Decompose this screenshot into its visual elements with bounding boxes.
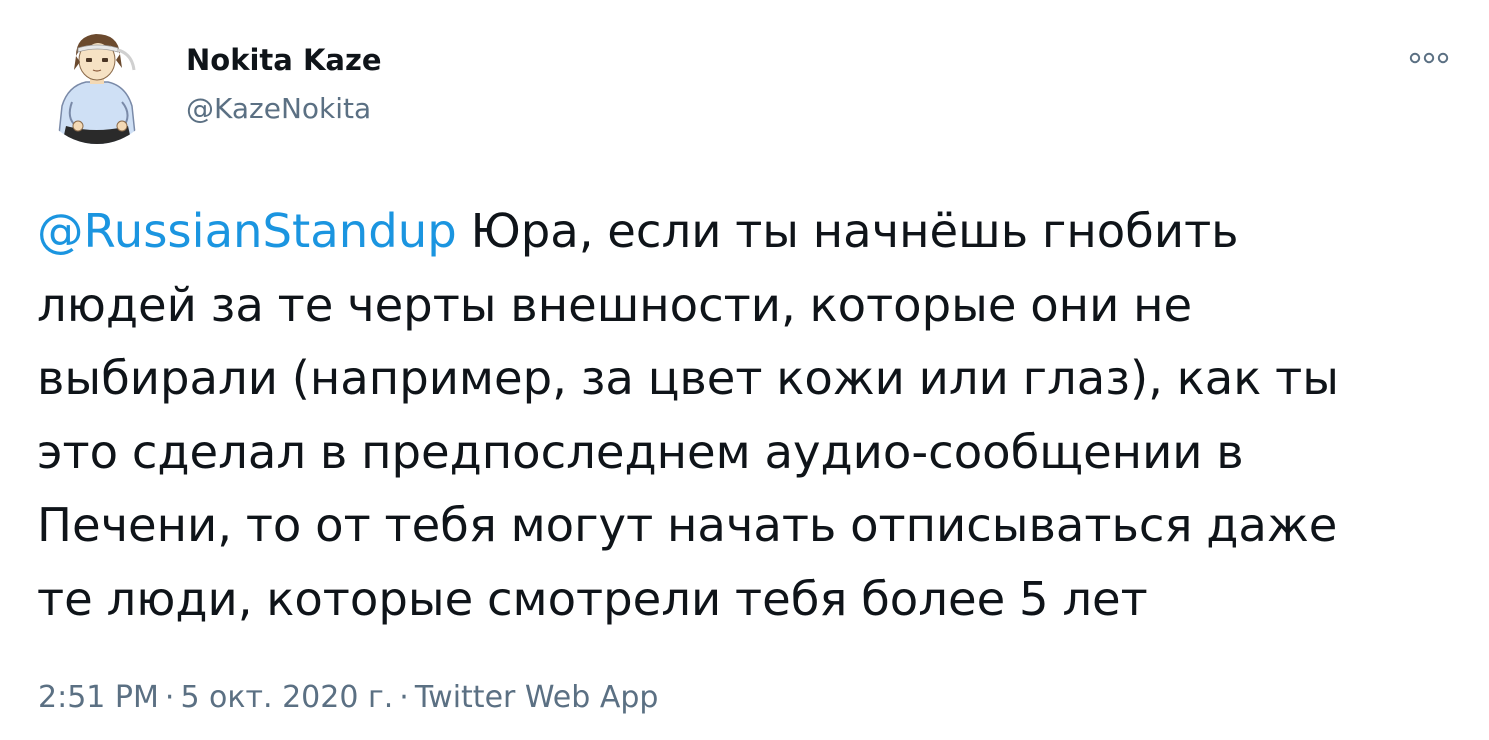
tweet-text-line: людей за те черты внешности, которые они… — [37, 277, 1193, 332]
author-display-name[interactable]: Nokita Kaze — [186, 40, 382, 80]
tweet-text-segment: Юра, если ты начнёшь гнобить — [456, 204, 1239, 258]
tweet-text-line: @RussianStandup Юра, если ты начнёшь гно… — [37, 195, 1457, 269]
tweet-card: Nokita Kaze @KazeNokita @RussianStandup … — [0, 0, 1489, 740]
more-options-icon — [1409, 52, 1449, 64]
tweet-text-line: это сделал в предпоследнем аудио-сообщен… — [37, 424, 1244, 479]
mention-link[interactable]: @RussianStandup — [37, 204, 457, 258]
anime-character-avatar-icon — [36, 22, 158, 144]
meta-separator: · — [399, 680, 409, 715]
tweet-date-link[interactable]: 5 окт. 2020 г. — [180, 680, 393, 715]
author-avatar[interactable] — [36, 22, 158, 144]
tweet-text-line: те люди, которые смотрели тебя более 5 л… — [37, 571, 1148, 626]
tweet-text: @RussianStandup Юра, если ты начнёшь гно… — [37, 195, 1457, 636]
more-options-button[interactable] — [1404, 38, 1454, 78]
meta-separator: · — [164, 680, 175, 715]
tweet-text-line: Печени, то от тебя могут начать отписыва… — [37, 498, 1338, 552]
author-handle[interactable]: @KazeNokita — [186, 89, 371, 129]
tweet-source-link[interactable]: Twitter Web App — [415, 680, 659, 715]
tweet-time-link[interactable]: 2:51 PM — [38, 680, 159, 715]
tweet-metadata: 2:51 PM · 5 окт. 2020 г. · Twitter Web App — [38, 676, 658, 720]
tweet-text-line: выбирали (например, за цвет кожи или гла… — [37, 351, 1339, 405]
